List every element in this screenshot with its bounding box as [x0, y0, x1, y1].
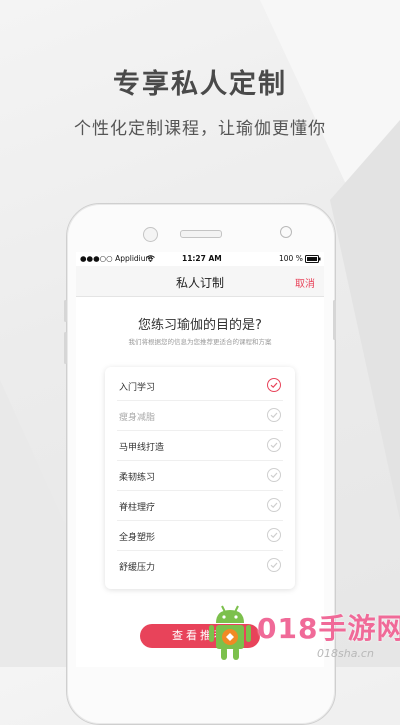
phone-speaker: [180, 230, 222, 238]
question-title: 您练习瑜伽的目的是?: [138, 318, 262, 333]
check-circle-icon: [267, 528, 281, 542]
question-subtitle: 我们将根据您的信息为您推荐更适合的课程和方案: [128, 338, 272, 346]
watermark-url: 018sha.cn: [317, 647, 374, 660]
phone-side-button: [64, 332, 67, 364]
watermark-text: 018手游网: [257, 612, 400, 645]
option-item[interactable]: 瘦身减脂: [117, 401, 283, 431]
check-circle-icon: [267, 438, 281, 452]
nav-title: 私人订制: [175, 276, 224, 290]
option-label: 马甲线打造: [119, 443, 165, 453]
option-item[interactable]: 马甲线打造: [117, 431, 283, 461]
site-watermark: 018手游网 018sha.cn: [205, 603, 400, 667]
option-item[interactable]: 入门学习: [117, 371, 283, 401]
option-label: 瘦身减脂: [119, 413, 156, 423]
option-item[interactable]: 舒缓压力: [117, 551, 283, 580]
option-item[interactable]: 柔韧练习: [117, 461, 283, 491]
wifi-icon: [146, 255, 155, 262]
status-bar: ●●●○○ Applidium 11:27 AM 100 %: [76, 252, 324, 266]
option-label: 柔韧练习: [119, 473, 156, 483]
battery-percent: 100 %: [279, 254, 303, 263]
check-circle-icon: [267, 468, 281, 482]
check-circle-icon: [267, 378, 281, 392]
check-circle-icon: [267, 498, 281, 512]
phone-camera: [143, 227, 158, 242]
option-label: 舒缓压力: [119, 563, 156, 573]
battery-icon: [305, 255, 321, 263]
phone-sensor: [280, 226, 292, 238]
check-circle-icon: [267, 408, 281, 422]
phone-side-button: [333, 300, 336, 340]
nav-bar: 私人订制 取消: [76, 266, 324, 297]
option-item[interactable]: 脊柱理疗: [117, 491, 283, 521]
option-label: 脊柱理疗: [119, 503, 156, 513]
cancel-button[interactable]: 取消: [295, 275, 315, 290]
status-time: 11:27 AM: [182, 254, 222, 263]
promo-subheadline: 个性化定制课程，让瑜伽更懂你: [74, 119, 326, 139]
options-card: 入门学习 瘦身减脂 马甲线打造 柔韧练习 脊柱理疗 全身塑形 舒缓压力: [105, 367, 295, 589]
phone-side-button: [64, 300, 67, 322]
option-item[interactable]: 全身塑形: [117, 521, 283, 551]
promo-headline: 专享私人定制: [113, 69, 287, 100]
option-label: 全身塑形: [119, 533, 156, 543]
android-robot-icon: [209, 605, 251, 660]
check-circle-icon: [267, 558, 281, 572]
option-label: 入门学习: [119, 383, 156, 393]
carrier-label: ●●●○○ Applidium: [80, 254, 153, 263]
